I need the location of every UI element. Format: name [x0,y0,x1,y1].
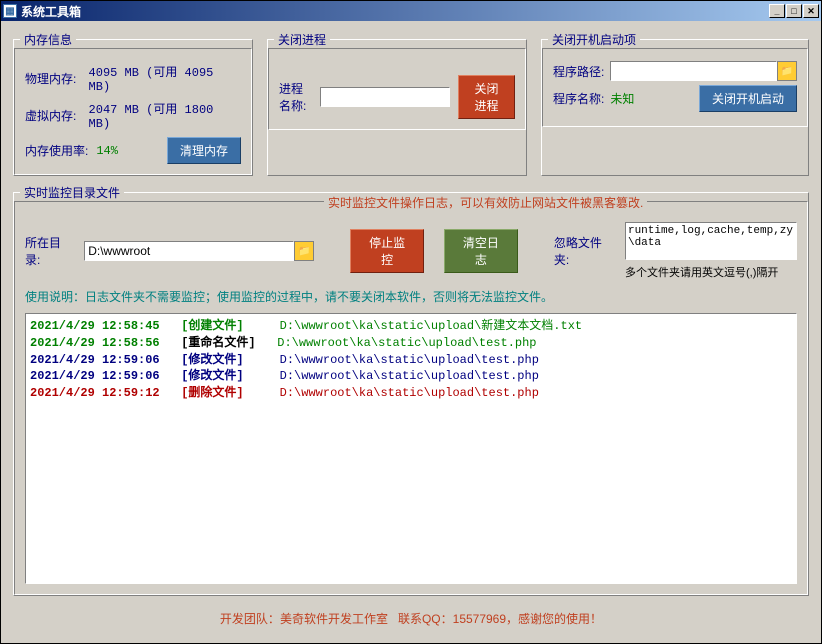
usage-description: 使用说明：日志文件夹不需要监控；使用监控的过程中，请不要关闭本软件，否则将无法监… [25,288,797,305]
log-line: 2021/4/29 12:59:06 [修改文件] D:\wwwroot\ka\… [30,352,792,369]
close-process-group: 关闭进程 进程名称: 关闭进程 [267,31,527,176]
main-window: ▦ 系统工具箱 _ □ ✕ 内存信息 物理内存: 4095 MB (可用 409… [0,0,822,644]
memory-info-group: 内存信息 物理内存: 4095 MB (可用 4095 MB) 虚拟内存: 20… [13,31,253,176]
browse-path-button[interactable]: 📁 [777,61,797,81]
program-path-input[interactable] [610,61,777,81]
thanks-text: 感谢您的使用！ [518,612,602,626]
stop-monitor-button[interactable]: 停止监控 [350,229,424,273]
ignore-label: 忽略文件夹: [554,234,617,268]
close-startup-button[interactable]: 关闭开机启动 [699,85,797,112]
program-name-label: 程序名称: [553,90,604,107]
program-name-value: 未知 [610,90,634,107]
log-line: 2021/4/29 12:59:06 [修改文件] D:\wwwroot\ka\… [30,368,792,385]
titlebar[interactable]: ▦ 系统工具箱 _ □ ✕ [1,1,821,21]
close-button[interactable]: ✕ [803,4,819,18]
minimize-button[interactable]: _ [769,4,785,18]
log-area[interactable]: 2021/4/29 12:58:45 [创建文件] D:\wwwroot\ka\… [25,313,797,584]
monitor-title: 实时监控文件操作日志，可以有效防止网站文件被黑客篡改. [324,194,647,211]
content-area: 内存信息 物理内存: 4095 MB (可用 4095 MB) 虚拟内存: 20… [1,21,821,643]
program-path-label: 程序路径: [553,63,604,80]
memory-legend: 内存信息 [20,31,76,48]
window-title: 系统工具箱 [21,3,769,20]
team-label: 开发团队： [220,612,280,626]
folder-icon: 📁 [298,246,310,257]
close-process-button[interactable]: 关闭进程 [458,75,515,119]
physical-memory-label: 物理内存: [25,70,85,87]
footer: 开发团队：美奇软件开发工作室 联系QQ：15577969，感谢您的使用！ [13,604,809,633]
qq-label: 联系QQ： [398,612,453,626]
ignore-hint: 多个文件夹请用英文逗号(,)隔开 [625,264,778,280]
log-line: 2021/4/29 12:58:56 [重命名文件] D:\wwwroot\ka… [30,335,792,352]
virtual-memory-value: 2047 MB (可用 1800 MB) [89,100,241,131]
qq-value: 15577969， [453,612,518,626]
ignore-folders-input[interactable]: runtime,log,cache,temp,zy\data [625,222,797,260]
startup-group: 关闭开机启动项 程序路径: 📁 程序名称: 未知 [541,31,809,176]
memory-usage-value: 14% [96,144,118,158]
monitor-group: 实时监控目录文件 实时监控文件操作日志，可以有效防止网站文件被黑客篡改. 所在目… [13,184,809,596]
dir-input[interactable] [84,241,294,261]
monitor-legend: 实时监控目录文件 [20,184,124,201]
virtual-memory-label: 虚拟内存: [25,107,85,124]
browse-dir-button[interactable]: 📁 [294,241,314,261]
physical-memory-value: 4095 MB (可用 4095 MB) [89,63,241,94]
clear-log-button[interactable]: 清空日志 [444,229,518,273]
folder-icon: 📁 [781,66,793,77]
process-name-label: 进程名称: [279,80,312,114]
log-line: 2021/4/29 12:59:12 [删除文件] D:\wwwroot\ka\… [30,385,792,402]
clean-memory-button[interactable]: 清理内存 [167,137,241,164]
team-name: 美奇软件开发工作室 [280,612,388,626]
dir-label: 所在目录: [25,234,76,268]
log-line: 2021/4/29 12:58:45 [创建文件] D:\wwwroot\ka\… [30,318,792,335]
maximize-button[interactable]: □ [786,4,802,18]
process-name-input[interactable] [320,87,450,107]
startup-legend: 关闭开机启动项 [548,31,640,48]
memory-usage-label: 内存使用率: [25,142,88,159]
app-icon: ▦ [3,4,17,18]
close-process-legend: 关闭进程 [274,31,330,48]
